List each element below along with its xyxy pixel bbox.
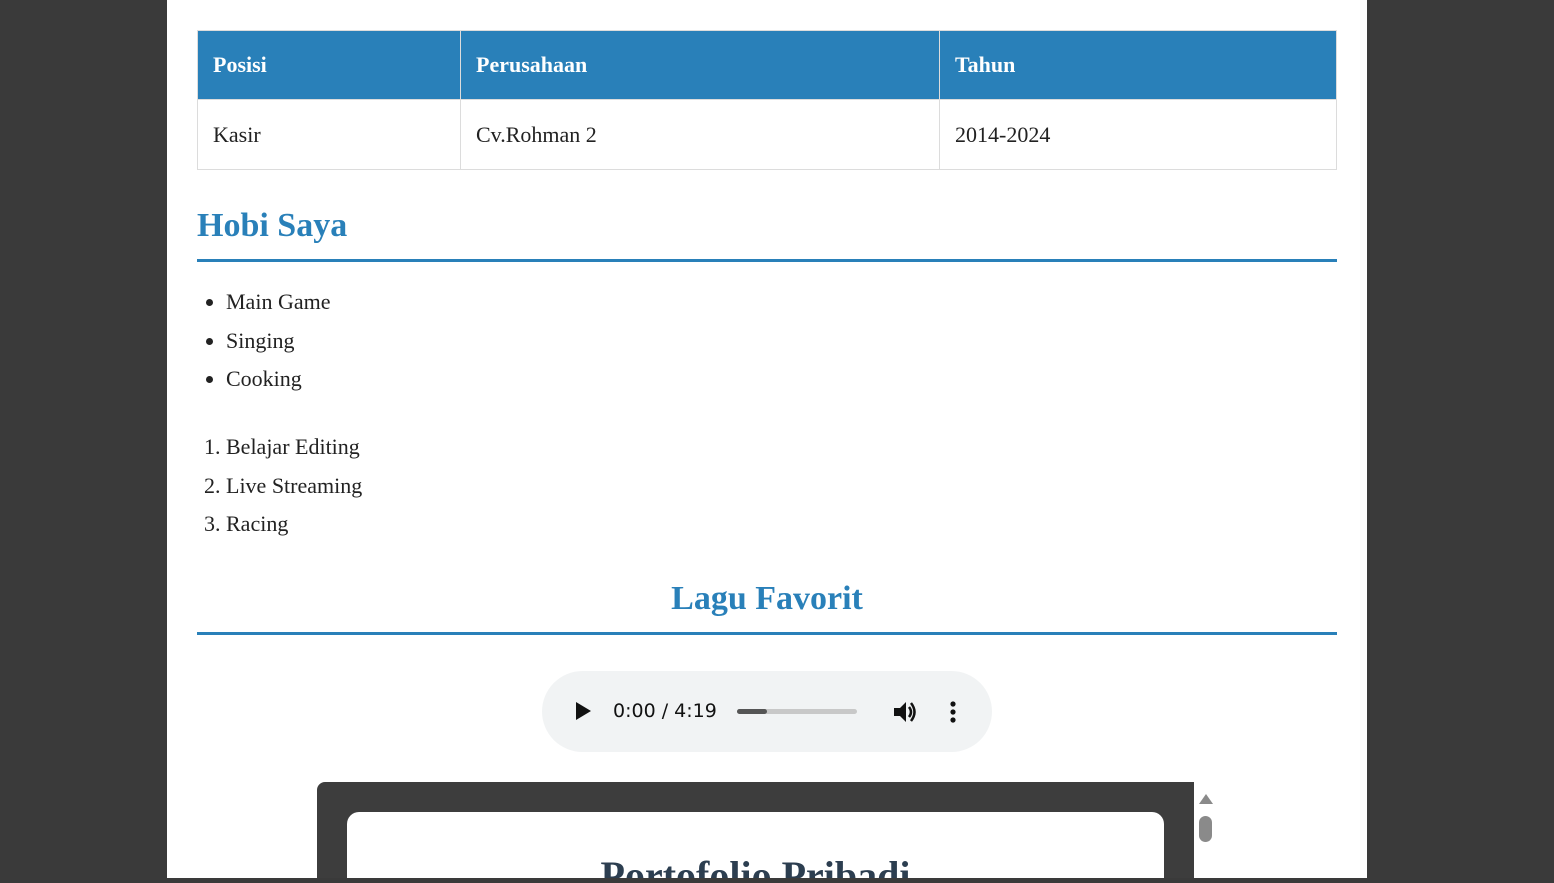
cell-tahun: 2014-2024: [939, 99, 1337, 170]
embedded-title: Portofolio Pribadi: [600, 853, 911, 878]
cell-posisi: Kasir: [197, 99, 461, 170]
cell-perusahaan: Cv.Rohman 2: [460, 99, 940, 170]
progress-fill: [737, 709, 767, 714]
embedded-scrollbar[interactable]: [1194, 782, 1216, 878]
list-item: Live Streaming: [226, 467, 362, 506]
bottom-edge: [0, 878, 1554, 883]
header-tahun: Tahun: [939, 30, 1337, 100]
ordered-hobby-list: Belajar Editing Live Streaming Racing: [197, 428, 362, 544]
list-item: Belajar Editing: [226, 428, 362, 467]
list-item: Main Game: [226, 283, 330, 322]
header-perusahaan: Perusahaan: [460, 30, 940, 100]
table-row: Kasir Cv.Rohman 2 2014-2024: [197, 99, 1337, 170]
play-icon[interactable]: [572, 700, 594, 722]
audio-player[interactable]: 0:00 / 4:19: [542, 671, 992, 752]
list-item: Racing: [226, 505, 362, 544]
progress-slider[interactable]: [737, 709, 857, 714]
more-options-icon[interactable]: [945, 698, 961, 726]
songs-heading: Lagu Favorit: [197, 580, 1337, 635]
scroll-up-arrow-icon[interactable]: [1199, 794, 1213, 804]
table-header-row: Posisi Perusahaan Tahun: [197, 30, 1337, 100]
scroll-thumb[interactable]: [1199, 816, 1212, 842]
embedded-card: Portofolio Pribadi: [347, 812, 1164, 878]
playback-time: 0:00 / 4:19: [613, 700, 717, 722]
portfolio-page: Posisi Perusahaan Tahun Kasir Cv.Rohman …: [167, 0, 1367, 878]
list-item: Cooking: [226, 360, 330, 399]
embedded-frame[interactable]: Portofolio Pribadi: [317, 782, 1194, 878]
hobby-list: Main Game Singing Cooking: [197, 283, 330, 399]
header-posisi: Posisi: [197, 30, 461, 100]
experience-table: Posisi Perusahaan Tahun Kasir Cv.Rohman …: [197, 30, 1337, 170]
volume-icon[interactable]: [891, 698, 919, 726]
hobbies-heading: Hobi Saya: [197, 207, 1337, 262]
list-item: Singing: [226, 322, 330, 361]
